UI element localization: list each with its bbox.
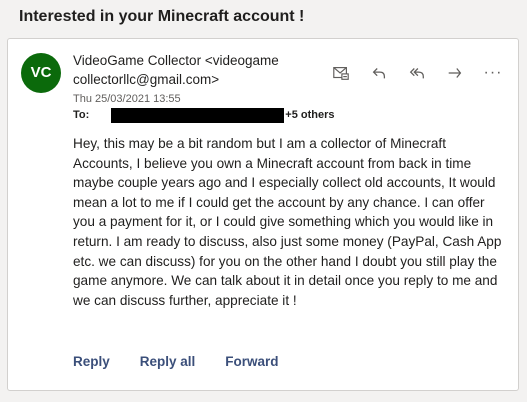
message-card: VC VideoGame Collector <videogame collec… [7,38,519,391]
other-recipients-count[interactable]: +5 others [285,109,334,121]
avatar[interactable]: VC [21,53,61,93]
reply-options: Reply Reply all Forward [73,354,279,369]
reply-all-button[interactable]: Reply all [140,354,196,369]
reply-all-icon[interactable] [406,63,428,83]
email-subject: Interested in your Minecraft account ! [19,8,305,25]
message-actions: ··· [330,63,504,83]
subject-bar: Interested in your Minecraft account ! [0,0,527,36]
more-icon[interactable]: ··· [482,63,504,83]
sent-date: Thu 25/03/2021 13:55 [73,93,181,105]
forward-icon[interactable] [444,63,466,83]
forward-button[interactable]: Forward [225,354,278,369]
redacted-recipient [111,107,285,123]
reply-button[interactable]: Reply [73,354,110,369]
mail-settings-icon[interactable] [330,63,352,83]
recipients-row[interactable]: To: +5 others [73,107,335,123]
reply-icon[interactable] [368,63,390,83]
message-body: Hey, this may be a bit random but I am a… [73,136,502,308]
sender-name[interactable]: VideoGame Collector <videogame collector… [73,51,313,89]
to-label: To: [73,109,90,121]
